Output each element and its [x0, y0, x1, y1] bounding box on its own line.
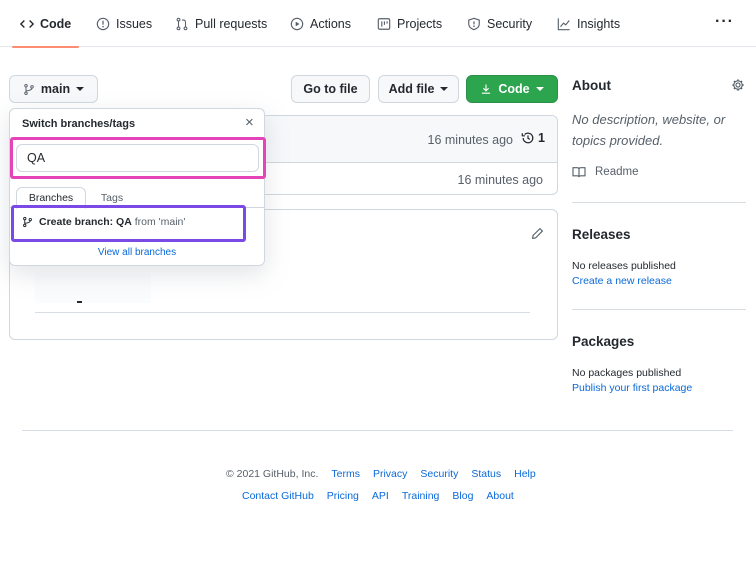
readme-divider: [35, 312, 530, 313]
download-icon: [480, 83, 492, 95]
add-file-label: Add file: [388, 82, 435, 96]
tab-label: Pull requests: [195, 16, 268, 31]
caret-down-icon: [535, 87, 544, 91]
row-time: 16 minutes ago: [457, 173, 543, 187]
more-menu-icon[interactable]: ···: [715, 13, 734, 31]
footer-link-privacy[interactable]: Privacy: [373, 468, 407, 480]
footer-link-terms[interactable]: Terms: [331, 468, 360, 480]
close-icon[interactable]: ×: [245, 114, 254, 131]
highlight-search-box: [10, 137, 266, 179]
footer-link-training[interactable]: Training: [402, 490, 440, 502]
play-icon: [290, 17, 304, 31]
gear-icon[interactable]: [731, 78, 745, 92]
tab-security[interactable]: Security: [467, 0, 532, 47]
readme-content-placeholder: [35, 273, 151, 303]
footer-link-status[interactable]: Status: [471, 468, 501, 480]
tab-label: Issues: [116, 16, 153, 31]
tab-label: Insights: [577, 16, 621, 31]
pencil-icon[interactable]: [531, 227, 544, 240]
footer-link-blog[interactable]: Blog: [452, 490, 473, 502]
footer-link-about[interactable]: About: [486, 490, 513, 502]
about-description: No description, website, or topics provi…: [572, 112, 726, 148]
code-button-label: Code: [498, 82, 530, 96]
tab-pull-requests[interactable]: Pull requests: [175, 0, 267, 47]
repo-nav: Code Issues Pull requests Actions Projec…: [0, 0, 756, 48]
table-icon: [377, 17, 391, 31]
code-icon: [20, 17, 34, 31]
tab-label: Actions: [310, 16, 351, 31]
history-link[interactable]: 1: [521, 131, 545, 145]
commit-time: 16 minutes ago: [427, 133, 513, 147]
packages-heading[interactable]: Packages: [572, 334, 634, 349]
book-icon: [572, 166, 586, 178]
tab-label: Code: [40, 16, 72, 31]
history-count: 1: [538, 131, 545, 145]
issue-opened-icon: [96, 17, 110, 31]
tab-label: Projects: [397, 16, 443, 31]
packages-none: No packages published: [572, 367, 682, 379]
readme-label: Readme: [595, 166, 639, 178]
code-button[interactable]: Code: [466, 75, 558, 103]
branch-name: main: [40, 82, 71, 96]
releases-heading[interactable]: Releases: [572, 227, 631, 242]
footer-link-help[interactable]: Help: [514, 468, 536, 480]
footer-link-api[interactable]: API: [372, 490, 389, 502]
view-all-branches-link[interactable]: View all branches: [9, 247, 265, 258]
footer-link-security[interactable]: Security: [420, 468, 458, 480]
tab-label: Security: [487, 16, 533, 31]
tab-issues[interactable]: Issues: [96, 0, 152, 47]
caret-down-icon: [440, 87, 449, 91]
sidebar-divider: [572, 202, 746, 203]
dropdown-title: Switch branches/tags: [22, 118, 136, 130]
tab-insights[interactable]: Insights: [557, 0, 620, 47]
footer-copyright: © 2021 GitHub, Inc.: [226, 468, 319, 480]
tab-projects[interactable]: Projects: [377, 0, 442, 47]
shield-icon: [467, 17, 481, 31]
highlight-create-branch: [11, 205, 246, 242]
go-to-file-button[interactable]: Go to file: [291, 75, 370, 103]
about-heading: About: [572, 78, 611, 93]
history-icon: [521, 131, 535, 145]
create-release-link[interactable]: Create a new release: [572, 275, 672, 287]
caret-down-icon: [76, 87, 85, 91]
branch-select-button[interactable]: main: [9, 75, 98, 103]
footer-divider: [22, 430, 733, 431]
releases-none: No releases published: [572, 260, 676, 272]
git-branch-icon: [23, 83, 35, 96]
graph-icon: [557, 17, 571, 31]
footer-links-row-2: Contact GitHub Pricing API Training Blog…: [242, 490, 514, 502]
add-file-button[interactable]: Add file: [378, 75, 459, 103]
readme-dash: [77, 301, 82, 303]
tab-code[interactable]: Code: [11, 0, 80, 48]
footer-link-pricing[interactable]: Pricing: [327, 490, 359, 502]
tab-actions[interactable]: Actions: [290, 0, 351, 47]
readme-link[interactable]: Readme: [572, 166, 638, 178]
footer-link-contact[interactable]: Contact GitHub: [242, 490, 314, 502]
git-pull-request-icon: [175, 17, 189, 31]
footer-links-row-1: © 2021 GitHub, Inc. Terms Privacy Securi…: [226, 468, 536, 480]
publish-package-link[interactable]: Publish your first package: [572, 382, 692, 394]
sidebar-divider: [572, 309, 746, 310]
